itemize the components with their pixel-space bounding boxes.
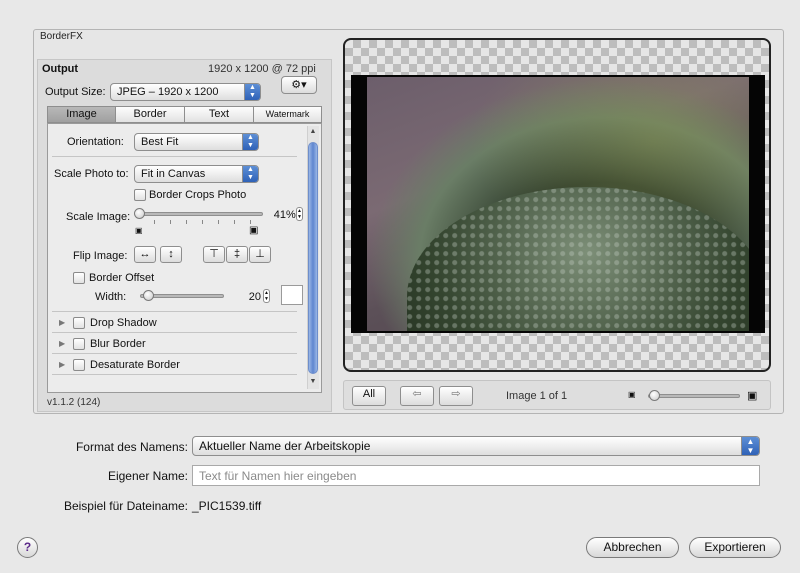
scale-photo-popup[interactable]: Fit in Canvas ▲ ▼: [134, 165, 259, 183]
divider: [52, 332, 297, 333]
tab-text[interactable]: Text: [184, 106, 253, 123]
tab-watermark[interactable]: Watermark: [253, 106, 322, 123]
format-value: Aktueller Name der Arbeitskopie: [199, 439, 371, 453]
image-counter: Image 1 of 1: [506, 390, 568, 402]
orientation-value: Best Fit: [141, 136, 179, 148]
scale-image-label: Scale Image:: [66, 211, 131, 223]
drop-shadow-label: Drop Shadow: [90, 317, 157, 329]
border-offset-checkbox[interactable]: [73, 272, 85, 284]
scale-image-stepper[interactable]: ▲ ▼: [296, 207, 303, 221]
all-button[interactable]: All: [352, 386, 386, 406]
slider-tick: [154, 220, 155, 224]
slider-tick: [250, 220, 251, 224]
popup-arrows-icon: ▲ ▼: [244, 84, 260, 100]
orientation-popup[interactable]: Best Fit ▲ ▼: [134, 133, 259, 151]
align-top-button[interactable]: ⊤: [203, 246, 225, 263]
zoom-track[interactable]: [648, 394, 740, 398]
divider: [52, 374, 297, 375]
cancel-button[interactable]: Abbrechen: [586, 537, 679, 558]
flip-image-label: Flip Image:: [73, 250, 128, 262]
scrollbar-thumb[interactable]: [308, 142, 318, 374]
slider-tick: [218, 220, 219, 224]
arrow-left-icon: ⇦: [412, 388, 422, 400]
align-middle-button[interactable]: ‡: [226, 246, 248, 263]
zoom-knob[interactable]: [649, 390, 660, 401]
popup-arrows-icon: ▲ ▼: [741, 437, 759, 455]
drop-shadow-checkbox[interactable]: [73, 317, 85, 329]
format-popup[interactable]: Aktueller Name der Arbeitskopie ▲ ▼: [192, 436, 760, 456]
orientation-label: Orientation:: [67, 136, 124, 148]
scale-image-knob[interactable]: [134, 208, 145, 219]
export-button[interactable]: Exportieren: [689, 537, 781, 558]
scale-image-unit: %: [286, 209, 296, 221]
blur-border-checkbox[interactable]: [73, 338, 85, 350]
zoom-in-icon: ▣: [747, 390, 758, 402]
border-crops-checkbox[interactable]: [134, 189, 146, 201]
divider: [52, 156, 297, 157]
disclosure-triangle-icon[interactable]: ▶: [59, 360, 65, 369]
divider: [52, 311, 297, 312]
width-knob[interactable]: [143, 290, 154, 301]
border-offset-label: Border Offset: [89, 272, 155, 284]
scroll-down-icon[interactable]: ▼: [308, 378, 318, 385]
tab-image[interactable]: Image: [47, 106, 115, 123]
large-image-icon: ▣: [249, 225, 259, 236]
next-image-button[interactable]: ⇨: [439, 386, 473, 406]
desaturate-border-checkbox[interactable]: [73, 359, 85, 371]
previous-image-button[interactable]: ⇦: [400, 386, 434, 406]
slider-tick: [170, 220, 171, 224]
plugin-title: BorderFX: [40, 31, 83, 42]
example-filename: _PIC1539.tiff: [192, 499, 262, 513]
blur-border-label: Blur Border: [90, 338, 146, 350]
slider-tick: [202, 220, 203, 224]
slider-tick: [234, 220, 235, 224]
output-size-popup[interactable]: JPEG – 1920 x 1200 ▲ ▼: [110, 83, 261, 101]
output-info: 1920 x 1200 @ 72 ppi: [208, 63, 316, 75]
flip-vertical-icon: ↕: [168, 248, 174, 260]
scroll-up-icon[interactable]: ▲: [308, 128, 318, 135]
disclosure-triangle-icon[interactable]: ▶: [59, 318, 65, 327]
preview-photo: [367, 77, 749, 331]
gear-icon: ⚙▾: [291, 79, 307, 91]
popup-arrows-icon: ▲ ▼: [242, 166, 258, 182]
scale-photo-label: Scale Photo to:: [54, 168, 129, 180]
gear-menu-button[interactable]: ⚙▾: [281, 76, 317, 94]
align-top-icon: ⊤: [209, 248, 219, 260]
example-label: Beispiel für Dateiname:: [63, 499, 188, 513]
border-crops-label: Border Crops Photo: [149, 189, 247, 201]
width-value: 20: [248, 291, 261, 303]
version-label: v1.1.2 (124): [47, 397, 101, 408]
width-label: Width:: [95, 291, 127, 303]
output-size-value: JPEG – 1920 x 1200: [117, 86, 219, 98]
align-middle-icon: ‡: [233, 248, 241, 260]
desaturate-border-label: Desaturate Border: [90, 359, 180, 371]
flip-horizontal-button[interactable]: ↔: [134, 246, 156, 263]
format-label: Format des Namens:: [75, 440, 188, 454]
flip-horizontal-icon: ↔: [139, 248, 151, 260]
zoom-out-icon: ▣: [628, 390, 636, 399]
scale-image-value: 41: [273, 209, 286, 221]
custom-name-label: Eigener Name:: [107, 469, 188, 483]
help-button[interactable]: ?: [17, 537, 38, 558]
output-heading: Output: [42, 63, 79, 75]
disclosure-triangle-icon[interactable]: ▶: [59, 339, 65, 348]
popup-arrows-icon: ▲ ▼: [242, 134, 258, 150]
divider: [52, 353, 297, 354]
scale-image-track[interactable]: [137, 212, 263, 216]
tab-border[interactable]: Border: [115, 106, 184, 123]
arrow-right-icon: ⇨: [451, 388, 461, 400]
color-swatch[interactable]: [281, 285, 303, 305]
small-image-icon: ▣: [135, 226, 143, 235]
flip-vertical-button[interactable]: ↕: [160, 246, 182, 263]
align-bottom-icon: ⊥: [255, 248, 265, 260]
custom-name-input[interactable]: [192, 465, 760, 486]
slider-tick: [186, 220, 187, 224]
output-size-label: Output Size:: [45, 86, 106, 98]
align-bottom-button[interactable]: ⊥: [249, 246, 271, 263]
scale-photo-value: Fit in Canvas: [141, 168, 206, 180]
width-stepper[interactable]: ▲ ▼: [263, 289, 270, 303]
